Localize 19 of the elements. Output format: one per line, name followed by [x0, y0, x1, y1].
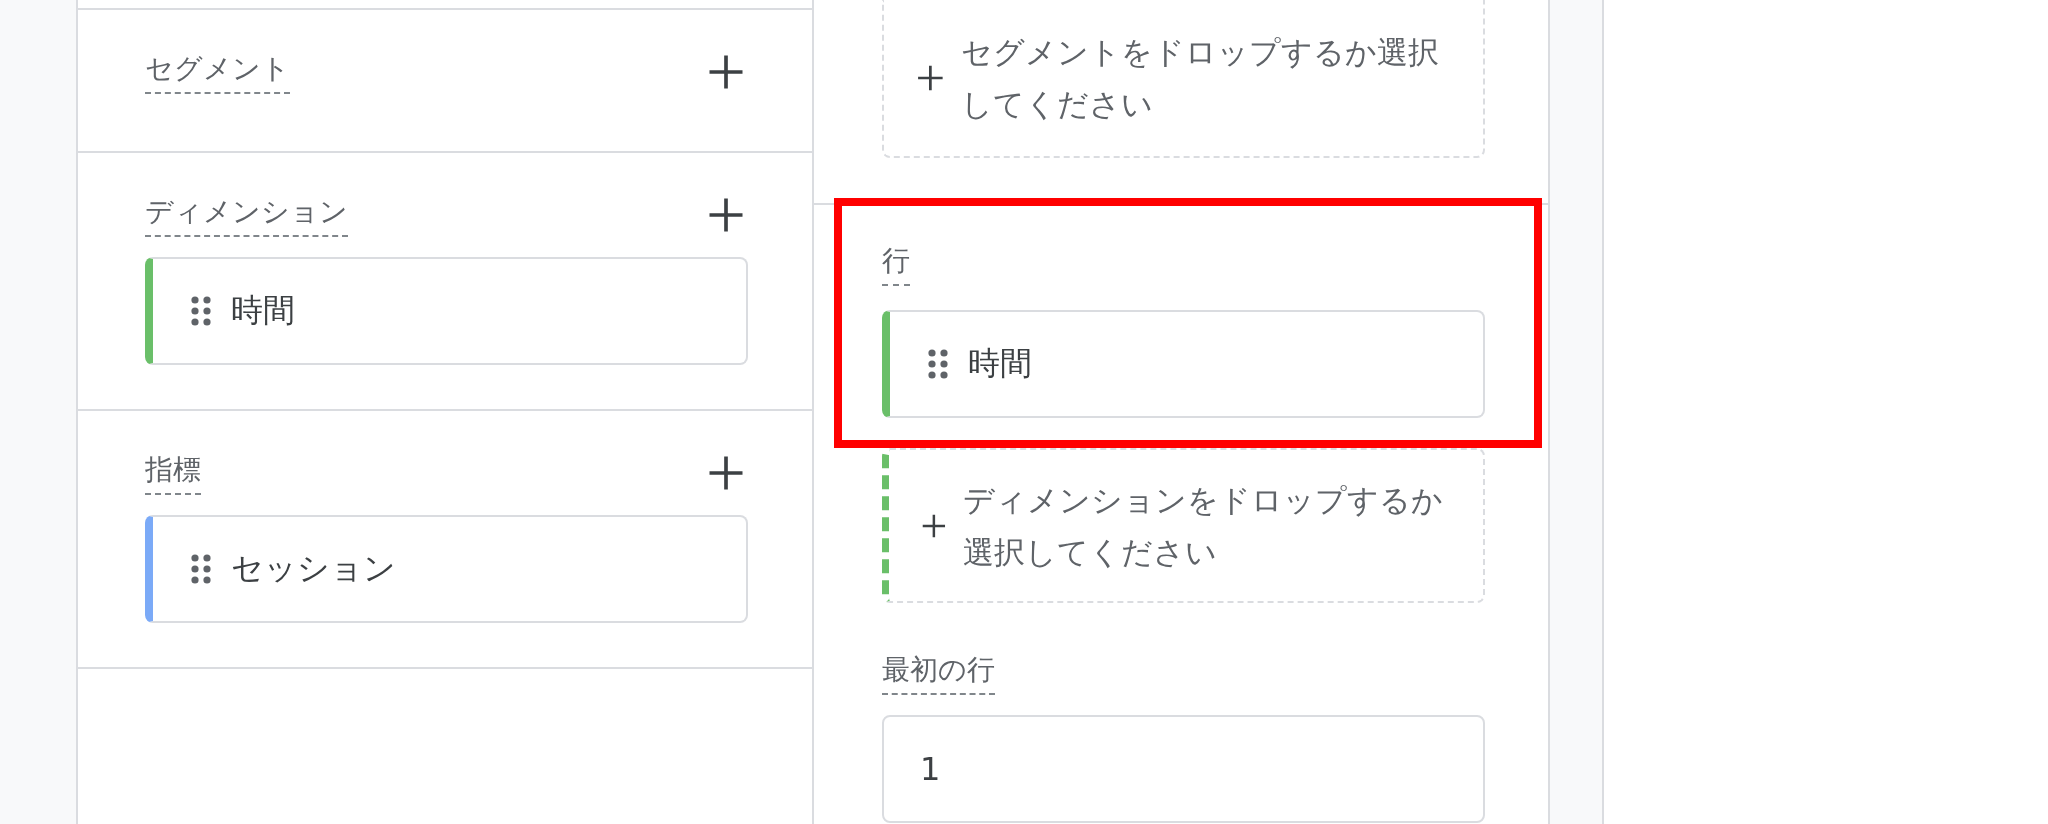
drag-handle-icon[interactable]: [191, 554, 211, 584]
drop-zone-text: ディメンションをドロップするか選択してください: [962, 480, 1444, 572]
drag-handle-icon[interactable]: [191, 296, 211, 326]
drop-zone-text: セグメントをドロップするか選択してください: [960, 33, 1440, 124]
chip-label: セッション: [231, 548, 396, 589]
field-label: 最初の行: [882, 651, 995, 695]
drop-zone[interactable]: ディメンションをドロップするか選択してください: [882, 448, 1485, 603]
variable-chip[interactable]: セッション: [145, 515, 748, 623]
section-label: 行: [882, 242, 910, 286]
drop-zone[interactable]: セグメントをドロップするか選択してください: [882, 0, 1485, 158]
chip-label: 時間: [231, 290, 295, 331]
input-field[interactable]: 1: [882, 715, 1485, 823]
drag-handle-icon[interactable]: [928, 349, 948, 379]
variable-chip[interactable]: 時間: [882, 310, 1485, 418]
section-label: ディメンション: [145, 193, 348, 237]
variable-chip[interactable]: 時間: [145, 257, 748, 365]
section-label: セグメント: [145, 50, 290, 94]
chip-label: 時間: [968, 343, 1032, 384]
section-label: 指標: [145, 451, 201, 495]
